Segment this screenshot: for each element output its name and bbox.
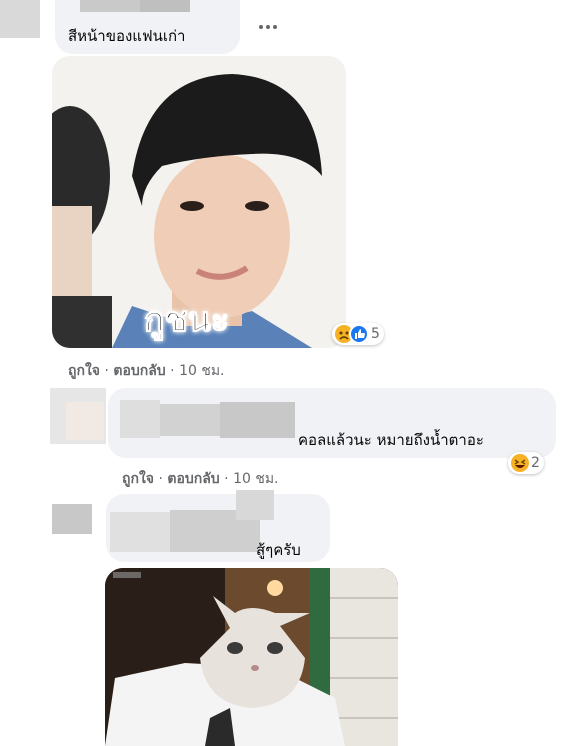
separator: · — [170, 363, 175, 379]
name-pixelated — [140, 0, 190, 12]
name-pixelated — [80, 0, 140, 12]
avatar-pixelated — [52, 504, 92, 534]
comment-actions: ถูกใจ · ตอบกลับ · 10 ชม. — [122, 468, 279, 490]
separator: · — [224, 471, 229, 487]
comment-actions: ถูกใจ · ตอบกลับ · 10 ชม. — [68, 360, 225, 382]
sticker-illustration — [105, 568, 398, 746]
name-pixelated — [220, 402, 295, 438]
sticker-image[interactable] — [105, 568, 398, 746]
reply-link[interactable]: ตอบกลับ — [113, 363, 165, 379]
reactions-badge[interactable]: 2 — [508, 452, 544, 474]
comment-text: คอลแล้วนะ หมายถึงน้ำตาอะ — [298, 431, 484, 449]
name-pixelated — [160, 404, 220, 436]
like-icon — [349, 324, 369, 344]
separator: · — [158, 471, 163, 487]
haha-icon — [511, 454, 529, 472]
timestamp[interactable]: 10 ชม. — [179, 363, 224, 379]
sticker-image[interactable]: กูชนะ — [52, 56, 346, 348]
sticker-caption: กูชนะ — [143, 300, 230, 341]
watermark-logo — [113, 572, 141, 578]
avatar-pixelated — [0, 0, 40, 38]
reaction-count: 5 — [371, 326, 380, 342]
name-pixelated — [120, 400, 160, 438]
like-link[interactable]: ถูกใจ — [122, 471, 154, 487]
reactions-badge[interactable]: 5 — [332, 323, 384, 345]
ellipsis-icon[interactable] — [258, 16, 278, 29]
separator: · — [104, 363, 109, 379]
name-pixelated — [236, 490, 274, 520]
name-pixelated — [110, 512, 170, 552]
reply-link[interactable]: ตอบกลับ — [167, 471, 219, 487]
timestamp[interactable]: 10 ชม. — [233, 471, 278, 487]
like-link[interactable]: ถูกใจ — [68, 363, 100, 379]
avatar-pixelated — [66, 402, 104, 440]
comment-text: สีหน้าของแฟนเก่า — [68, 27, 186, 45]
comment-text: สู้ๆครับ — [256, 541, 301, 559]
reaction-count: 2 — [531, 455, 540, 471]
